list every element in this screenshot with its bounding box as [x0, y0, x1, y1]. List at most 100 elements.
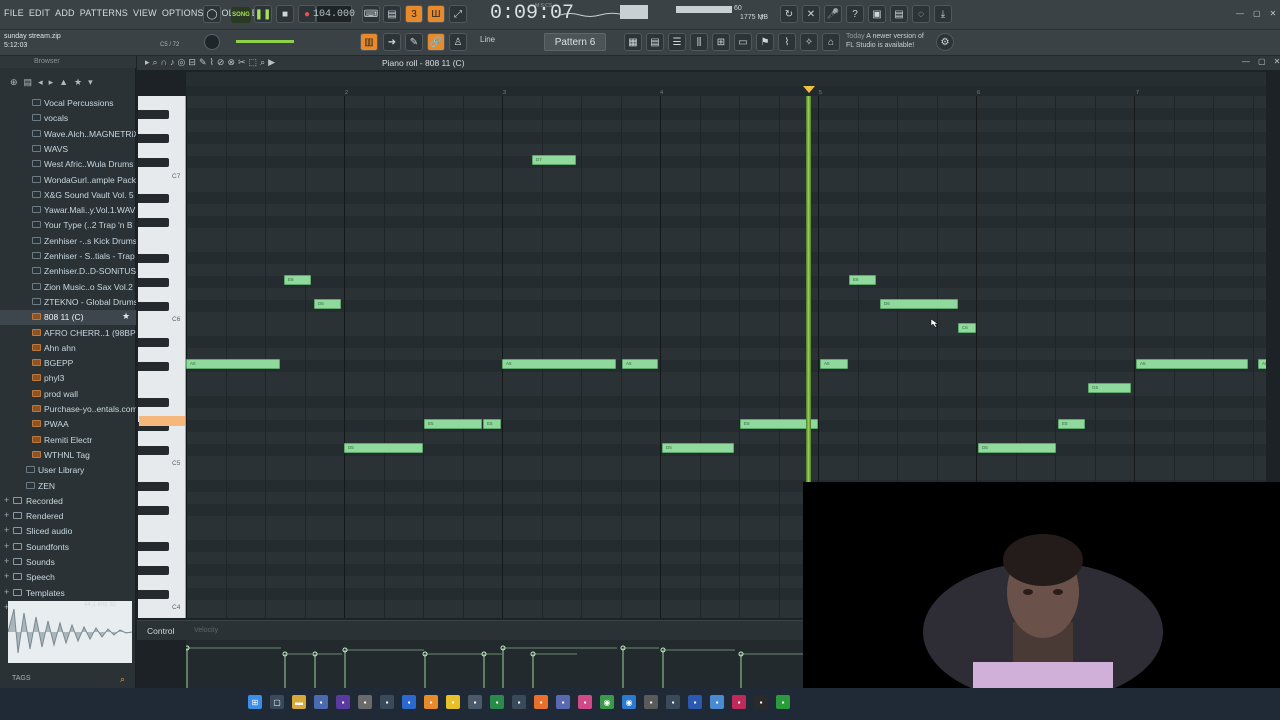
black-key[interactable]: [138, 218, 169, 227]
wand-icon[interactable]: ✧: [800, 33, 818, 51]
app-icon-12[interactable]: ▪: [578, 695, 592, 709]
note[interactable]: A5: [1258, 359, 1266, 369]
close-all-icon[interactable]: ✕: [802, 5, 820, 23]
black-key[interactable]: [138, 506, 169, 515]
browser-item[interactable]: Your Type (..2 Trap 'n B: [0, 218, 136, 233]
browser-item[interactable]: + Speech: [0, 570, 136, 585]
black-key[interactable]: [138, 110, 169, 119]
pause-button[interactable]: ❚❚: [254, 5, 272, 23]
pr-magnet-icon[interactable]: ∩: [161, 57, 167, 68]
pr-slice-icon[interactable]: ✂: [238, 57, 246, 68]
brush-icon[interactable]: ⌇: [778, 33, 796, 51]
black-key[interactable]: [138, 446, 169, 455]
expand-icon[interactable]: +: [4, 556, 9, 566]
minimize-icon[interactable]: —: [1236, 9, 1244, 18]
note-overview[interactable]: [186, 72, 1266, 86]
menu-options[interactable]: OPTIONS: [162, 8, 204, 18]
app-icon-6[interactable]: ▪: [446, 695, 460, 709]
browser-scroll-icon[interactable]: ▾: [88, 77, 93, 88]
news-panel[interactable]: Today A newer version of FL Studio is av…: [846, 32, 924, 50]
help-icon[interactable]: ?: [846, 5, 864, 23]
app-icon-9[interactable]: ▪: [512, 695, 526, 709]
menu-add[interactable]: ADD: [55, 8, 75, 18]
expand-icon[interactable]: +: [4, 571, 9, 581]
waveform-preview[interactable]: [8, 601, 132, 663]
wait-input-icon[interactable]: ⤢: [449, 5, 467, 23]
browser-item[interactable]: vocals: [0, 111, 136, 126]
browser-item[interactable]: Ahn ahn: [0, 341, 136, 356]
note[interactable]: A5: [820, 359, 848, 369]
black-key[interactable]: [138, 398, 169, 407]
app-icon-5[interactable]: ▪: [402, 695, 416, 709]
note[interactable]: A5: [186, 359, 280, 369]
menu-view[interactable]: VIEW: [133, 8, 157, 18]
app-icon-2[interactable]: ▪: [336, 695, 350, 709]
browser-options-icon[interactable]: ⊕: [10, 77, 18, 88]
app-icon-3[interactable]: ▪: [358, 695, 372, 709]
channel-rack-icon[interactable]: ▦: [624, 33, 642, 51]
maximize-icon[interactable]: ▢: [1253, 9, 1261, 18]
tags-label[interactable]: TAGS: [12, 675, 31, 682]
store-icon[interactable]: ⌂: [822, 33, 840, 51]
pr-draw-icon[interactable]: ⊟: [188, 57, 196, 68]
news-gear-icon[interactable]: ⚙: [936, 33, 954, 51]
app-icon-14[interactable]: ▪: [666, 695, 680, 709]
app-icon-15[interactable]: ▪: [688, 695, 702, 709]
refresh-icon[interactable]: ↻: [780, 5, 798, 23]
note[interactable]: E5: [424, 419, 482, 429]
snap-selector[interactable]: Line: [480, 35, 495, 44]
browser-item[interactable]: Purchase-yo..entals.com_: [0, 402, 136, 417]
note[interactable]: E6: [284, 275, 311, 285]
fl-studio-icon[interactable]: ▪: [424, 695, 438, 709]
black-key[interactable]: [138, 302, 169, 311]
menu-file[interactable]: FILE: [4, 8, 24, 18]
browser-item[interactable]: + Rendered: [0, 509, 136, 524]
velocity-lane[interactable]: [184, 640, 803, 688]
browser-item[interactable]: + Soundfonts: [0, 540, 136, 555]
browser-item[interactable]: + Sounds: [0, 555, 136, 570]
browser-item[interactable]: WTHNL Tag: [0, 448, 136, 463]
pr-mute-icon[interactable]: ⊗: [227, 57, 235, 68]
master-volume-slider[interactable]: [236, 40, 294, 43]
pr-play-icon[interactable]: ♪: [170, 57, 175, 68]
playlist-icon[interactable]: ▥: [360, 33, 378, 51]
note[interactable]: D5: [662, 443, 734, 453]
black-key[interactable]: [138, 338, 169, 347]
browser-item[interactable]: 808 11 (C) ★: [0, 310, 136, 326]
expand-icon[interactable]: +: [4, 510, 9, 520]
black-key[interactable]: [138, 254, 169, 263]
browser-item[interactable]: + Recorded: [0, 494, 136, 509]
app-icon-7[interactable]: ▪: [468, 695, 482, 709]
plugin-icon[interactable]: ⚑: [756, 33, 774, 51]
playhead-marker[interactable]: [803, 86, 815, 93]
browser-item[interactable]: ZTEKNO - Global Drums: [0, 295, 136, 310]
browser-item[interactable]: + Templates: [0, 586, 136, 601]
pr-playback-icon[interactable]: ▶: [268, 57, 275, 68]
browser-item[interactable]: User Library: [0, 463, 136, 478]
pattern-selector[interactable]: Pattern 6: [544, 33, 606, 51]
black-key[interactable]: [138, 134, 169, 143]
chat-icon[interactable]: ◌: [912, 5, 930, 23]
black-key[interactable]: [138, 194, 169, 203]
browser-item[interactable]: Yawar.Mali..y.Vol.1.WAV: [0, 203, 136, 218]
note[interactable]: D6: [880, 299, 958, 309]
piano-roll-icon[interactable]: ▤: [646, 33, 664, 51]
menu-edit[interactable]: EDIT: [29, 8, 50, 18]
browser-back-icon[interactable]: ◂: [38, 77, 43, 88]
close-icon[interactable]: ✕: [1270, 9, 1277, 18]
app-icon-13[interactable]: ▪: [644, 695, 658, 709]
file-explorer-icon[interactable]: ▬: [292, 695, 306, 709]
note[interactable]: E5: [1058, 419, 1085, 429]
favorite-star-icon[interactable]: ★: [122, 311, 130, 322]
task-view-icon[interactable]: ▢: [270, 695, 284, 709]
expand-icon[interactable]: +: [4, 495, 9, 505]
stamp-icon[interactable]: ♙: [449, 33, 467, 51]
expand-icon[interactable]: +: [4, 525, 9, 535]
app-icon-4[interactable]: ▪: [380, 695, 394, 709]
black-key[interactable]: [138, 482, 169, 491]
app-icon-10[interactable]: ▪: [534, 695, 548, 709]
browser-item[interactable]: WondaGurl..ample Pack: [0, 173, 136, 188]
pr-menu-icon[interactable]: ▸: [145, 57, 150, 68]
pr-stamp-icon[interactable]: ◎: [178, 57, 186, 68]
browser-item[interactable]: Zion Music..o Sax Vol.2: [0, 280, 136, 295]
